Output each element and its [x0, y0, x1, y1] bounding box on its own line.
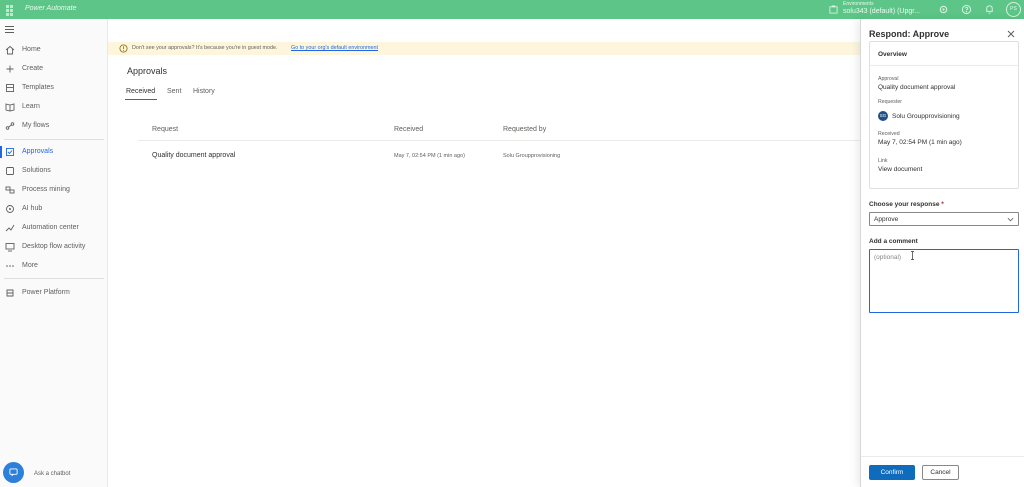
active-tab-indicator [125, 99, 157, 100]
comment-label: Add a comment [869, 238, 918, 245]
left-nav: Home Create Templates Learn My flows App… [0, 19, 108, 487]
nav-label: Process mining [22, 186, 70, 193]
approval-value: Quality document approval [878, 84, 956, 91]
nav-item-power-platform[interactable]: Power Platform [0, 284, 107, 302]
nav-item-process-mining[interactable]: Process mining [0, 181, 107, 199]
panel-title: Respond: Approve [869, 29, 950, 39]
footer-divider [861, 456, 1024, 457]
tab-received[interactable]: Received [126, 88, 155, 95]
column-header-received[interactable]: Received [394, 126, 423, 133]
nav-label: Create [22, 65, 44, 72]
received-value: May 7, 02:54 PM (1 min ago) [878, 139, 962, 146]
nav-divider [4, 278, 104, 279]
flows-icon [5, 122, 15, 130]
nav-label: Approvals [22, 148, 54, 155]
approval-label: Approval [878, 76, 899, 82]
nav-label: My flows [22, 122, 50, 129]
text-cursor-icon [911, 251, 914, 260]
chat-icon [9, 468, 18, 477]
ai-hub-icon [6, 205, 14, 213]
nav-item-create[interactable]: Create [0, 60, 107, 78]
header-divider [138, 140, 860, 141]
overview-header: Overview [870, 42, 1018, 66]
nav-item-templates[interactable]: Templates [0, 79, 107, 97]
environment-label: Environments [843, 1, 874, 7]
environment-icon[interactable] [829, 5, 838, 14]
book-icon [5, 103, 15, 112]
close-icon[interactable] [1007, 30, 1015, 38]
chatbot-button[interactable] [3, 462, 24, 483]
templates-icon [6, 84, 14, 92]
app-title[interactable]: Power Automate [25, 5, 77, 12]
desktop-flow-icon [5, 243, 15, 252]
requested-by-cell: Solu Groupprovisioning [503, 153, 561, 159]
nav-divider [4, 139, 104, 140]
tab-sent[interactable]: Sent [167, 88, 181, 95]
confirm-button[interactable]: Confirm [869, 465, 915, 480]
nav-item-desktop-flow-activity[interactable]: Desktop flow activity [0, 238, 107, 256]
user-avatar[interactable]: PS [1006, 2, 1021, 17]
nav-label: Automation center [22, 224, 79, 231]
power-platform-icon [6, 289, 14, 297]
nav-item-ai-hub[interactable]: AI hub [0, 200, 107, 218]
top-bar: Power Automate Environments solu343 (def… [0, 0, 1024, 19]
nav-label: Home [22, 46, 41, 53]
nav-label: More [22, 262, 38, 269]
requester-avatar: SG [878, 111, 888, 121]
plus-icon [6, 65, 14, 73]
solutions-icon [6, 167, 14, 175]
requester-label: Requester [878, 99, 902, 105]
column-header-requested-by[interactable]: Requested by [503, 126, 546, 133]
default-environment-link[interactable]: Go to your org's default environment [291, 45, 378, 51]
page-title: Approvals [127, 66, 168, 76]
comment-input[interactable] [869, 249, 1019, 313]
nav-item-automation-center[interactable]: Automation center [0, 219, 107, 237]
nav-label: Power Platform [22, 289, 70, 296]
column-header-request[interactable]: Request [152, 126, 178, 133]
help-icon[interactable] [961, 4, 972, 15]
request-cell[interactable]: Quality document approval [152, 152, 235, 159]
chatbot-label[interactable]: Ask a chatbot [34, 471, 70, 477]
nav-label: Learn [22, 103, 40, 110]
response-dropdown[interactable]: Approve [869, 212, 1019, 226]
notifications-icon[interactable] [984, 4, 995, 15]
nav-label: Templates [22, 84, 54, 91]
nav-item-my-flows[interactable]: My flows [0, 117, 107, 135]
overview-title: Overview [878, 51, 907, 58]
respond-panel: Respond: Approve Overview Approval Quali… [860, 19, 1024, 487]
received-cell: May 7, 02:54 PM (1 min ago) [394, 153, 465, 159]
nav-label: AI hub [22, 205, 43, 212]
overview-card: Overview Approval Quality document appro… [869, 41, 1019, 189]
chevron-down-icon [1007, 217, 1014, 222]
guest-mode-banner: Don't see your approvals? It's because y… [108, 42, 860, 55]
tab-history[interactable]: History [193, 88, 215, 95]
environment-name[interactable]: solu343 (default) (Upgr... [843, 8, 920, 15]
nav-item-home[interactable]: Home [0, 41, 107, 59]
home-icon [5, 45, 15, 55]
info-icon [119, 44, 128, 53]
automation-center-icon [5, 224, 15, 232]
banner-text: Don't see your approvals? It's because y… [132, 45, 278, 51]
settings-icon[interactable] [938, 4, 949, 15]
view-document-link[interactable]: View document [878, 166, 922, 173]
required-marker: * [941, 201, 944, 208]
main-content: Don't see your approvals? It's because y… [108, 19, 860, 487]
nav-item-more[interactable]: More [0, 257, 107, 275]
nav-label: Desktop flow activity [22, 243, 86, 250]
nav-item-solutions[interactable]: Solutions [0, 162, 107, 180]
hamburger-icon[interactable] [5, 26, 14, 33]
approvals-icon [6, 148, 14, 156]
response-value: Approve [874, 216, 899, 223]
requester-value: Solu Groupprovisioning [892, 113, 960, 120]
nav-label: Solutions [22, 167, 51, 174]
nav-item-approvals[interactable]: Approvals [0, 143, 107, 161]
nav-item-learn[interactable]: Learn [0, 98, 107, 116]
cancel-button[interactable]: Cancel [922, 465, 959, 480]
received-label: Received [878, 131, 900, 137]
process-mining-icon [5, 186, 15, 194]
app-launcher-icon[interactable] [6, 5, 16, 16]
more-icon [6, 265, 14, 267]
response-label: Choose your response * [869, 201, 944, 208]
link-label: Link [878, 158, 888, 164]
